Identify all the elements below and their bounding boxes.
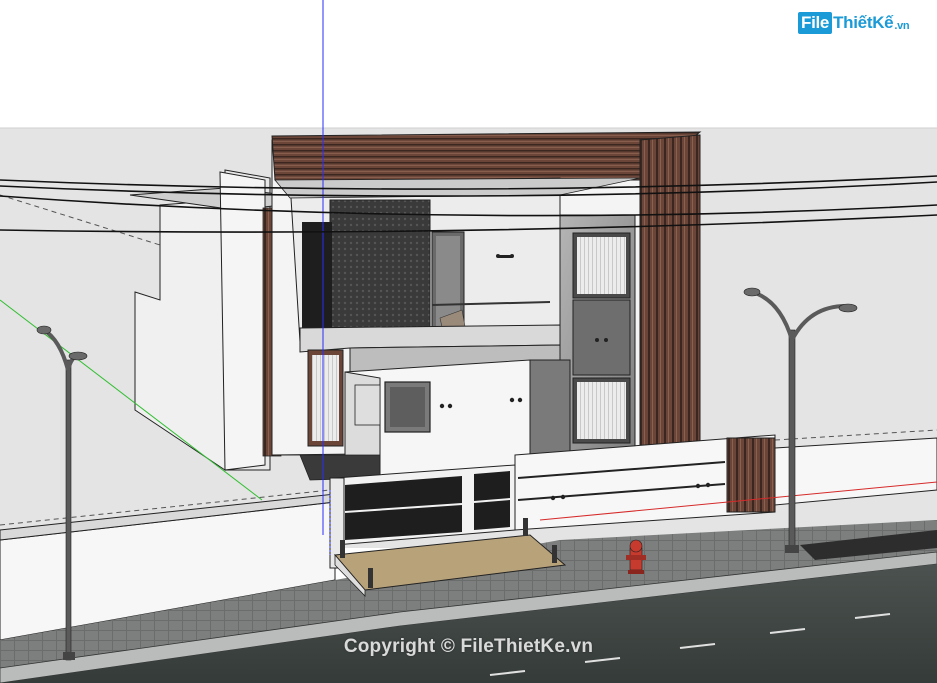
house-3d-render (0, 0, 937, 683)
stair-core-wall-lower (529, 359, 571, 456)
copyright-watermark: Copyright © FileThietKe.vn (343, 636, 594, 657)
right-upper-curtain (577, 237, 626, 294)
sketchup-viewport[interactable]: File ThiếtKế .vn Copyright © FileThietKe… (0, 0, 937, 683)
brand-logo: File ThiếtKế .vn (798, 12, 910, 34)
sky (0, 0, 937, 130)
logo-suffix: .vn (894, 20, 910, 32)
planter-box (354, 384, 381, 426)
ground-floor-window-glass (390, 387, 425, 427)
logo-main-text: ThiếtKế (833, 13, 894, 32)
perforated-screen (329, 199, 431, 346)
wood-frame-right (639, 134, 701, 453)
left-wing-wall (219, 171, 266, 471)
front-wall-wood-pillar (726, 437, 776, 513)
logo-box-text: File (798, 12, 833, 34)
wood-frame-top (271, 131, 702, 181)
right-lower-curtain (577, 382, 626, 439)
left-ground-door-glass (312, 355, 339, 441)
screen-left-dark (302, 222, 332, 332)
right-door-panel (572, 299, 631, 376)
